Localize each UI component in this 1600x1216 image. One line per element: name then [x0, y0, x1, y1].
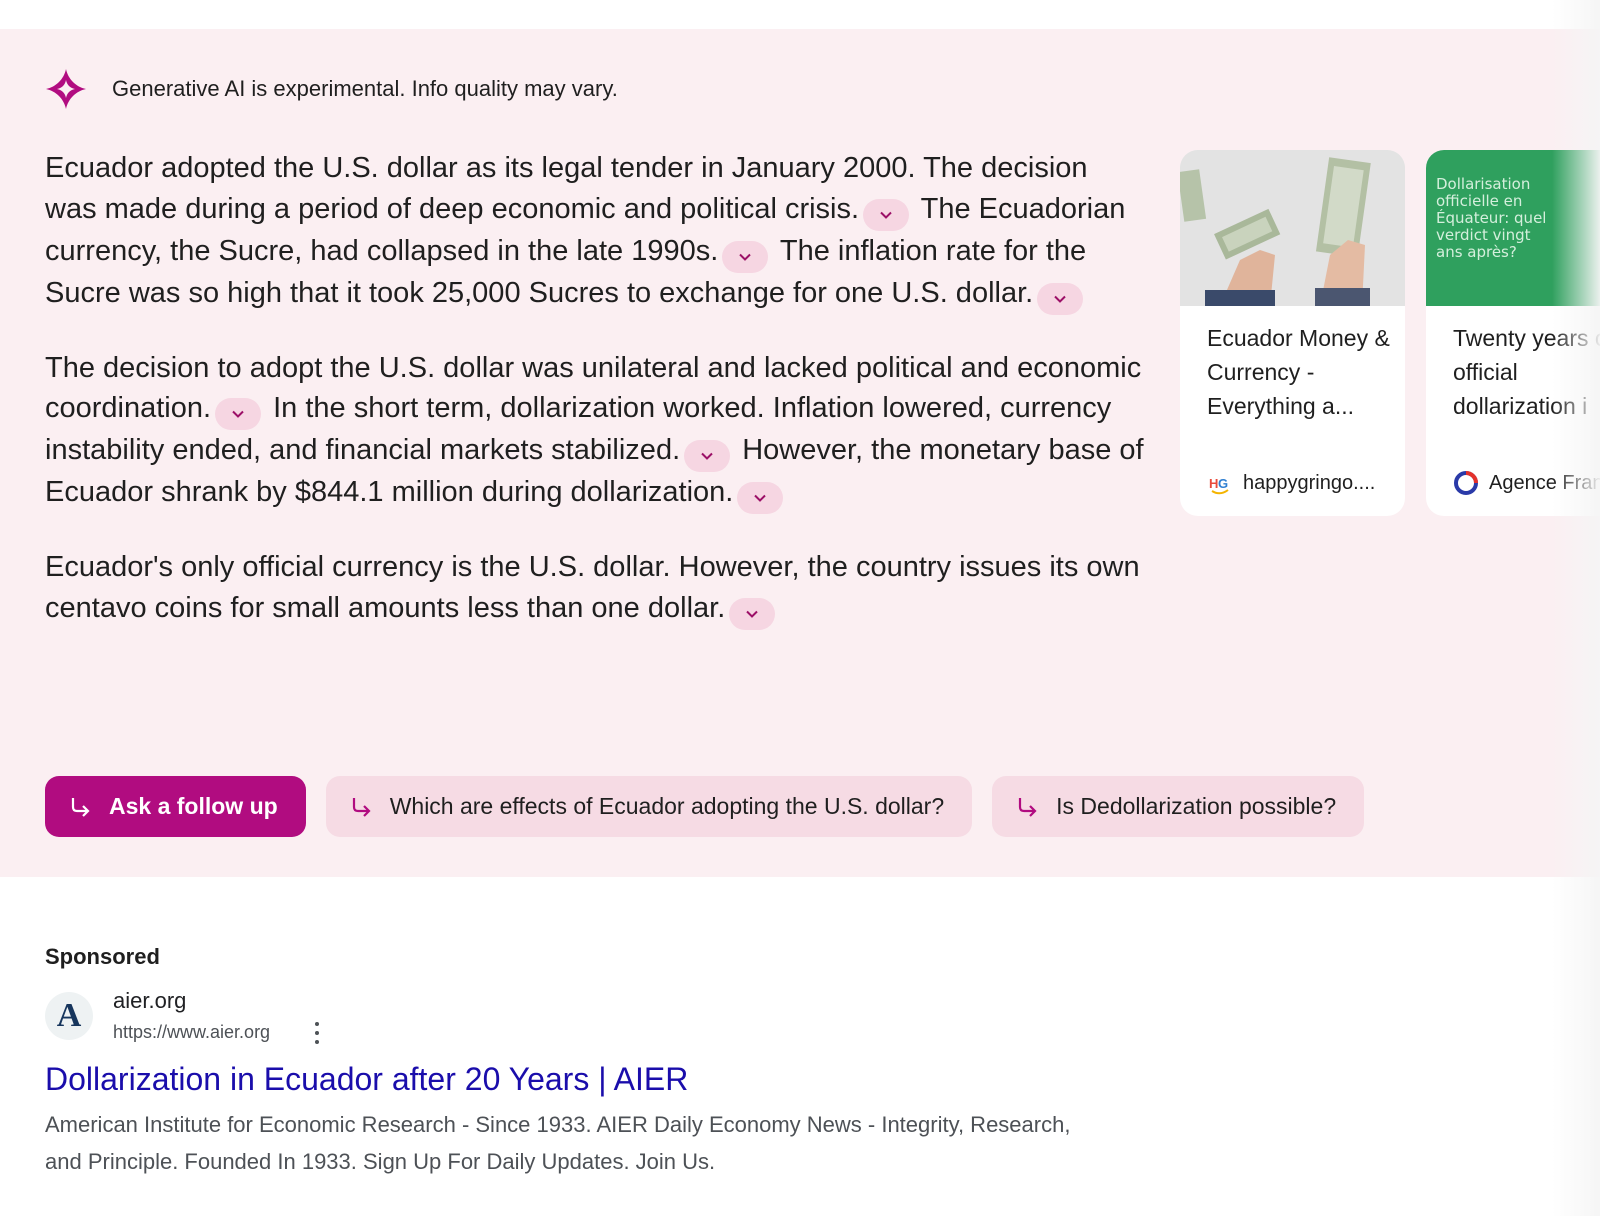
- followup-suggestion-chip[interactable]: Which are effects of Ecuador adopting th…: [325, 776, 973, 837]
- source-card-image-text: Dollarisation officielle en Équateur: qu…: [1436, 175, 1547, 261]
- source-card-site: Agence Fran: [1453, 470, 1600, 496]
- more-options-icon[interactable]: [308, 1020, 326, 1046]
- ad-description: American Institute for Economic Research…: [45, 1112, 1071, 1174]
- source-card-image: Dollarisation officielle en Équateur: qu…: [1426, 150, 1600, 306]
- afp-logo-icon: [1453, 470, 1479, 496]
- expand-citation-button[interactable]: [863, 198, 910, 231]
- answer-paragraph: The decision to adopt the U.S. dollar wa…: [45, 348, 1145, 514]
- source-card-image: [1180, 150, 1405, 306]
- source-card-site-name: happygringo....: [1243, 471, 1376, 494]
- happygringo-logo-icon: HG: [1207, 470, 1233, 496]
- followup-suggestion-label: Is Dedollarization possible?: [1056, 793, 1337, 819]
- source-card-site-name: Agence Fran: [1489, 471, 1600, 494]
- chevron-down-icon: [746, 610, 758, 618]
- followup-row: Ask a follow up Which are effects of Ecu…: [45, 776, 1384, 837]
- ad-display-url[interactable]: https://www.aier.org: [113, 1022, 270, 1043]
- chevron-down-icon: [754, 494, 767, 502]
- source-card-title: Twenty years of official dollarization i: [1453, 325, 1600, 419]
- disclaimer-text: Generative AI is experimental. Info qual…: [112, 76, 618, 101]
- ad-site-name[interactable]: aier.org: [113, 988, 186, 1014]
- chevron-down-icon: [1054, 295, 1066, 303]
- source-card[interactable]: Dollarisation officielle en Équateur: qu…: [1426, 150, 1600, 516]
- source-card-title: Ecuador Money & Currency - Everything a.…: [1207, 325, 1390, 419]
- reply-arrow-icon: [352, 797, 371, 817]
- ai-overview-panel: Generative AI is experimental. Info qual…: [0, 29, 1600, 877]
- answer-paragraph: Ecuador's only official currency is the …: [45, 547, 1145, 630]
- source-card[interactable]: Ecuador Money & Currency - Everything a.…: [1180, 150, 1405, 516]
- reply-arrow-icon: [1019, 797, 1037, 817]
- sponsored-label: Sponsored: [45, 944, 160, 969]
- expand-citation-button[interactable]: [1037, 282, 1084, 315]
- chevron-down-icon: [739, 253, 752, 261]
- source-card-site: HG happygringo....: [1207, 470, 1375, 496]
- disclaimer-row: Generative AI is experimental. Info qual…: [45, 68, 618, 110]
- ai-answer: Ecuador adopted the U.S. dollar as its l…: [45, 148, 1145, 663]
- expand-citation-button[interactable]: [729, 597, 776, 630]
- followup-suggestion-chip[interactable]: Is Dedollarization possible?: [992, 776, 1365, 837]
- ask-follow-up-button[interactable]: Ask a follow up: [45, 776, 306, 837]
- answer-paragraph: Ecuador adopted the U.S. dollar as its l…: [45, 148, 1145, 315]
- expand-citation-button[interactable]: [215, 398, 262, 430]
- expand-citation-button[interactable]: [737, 482, 784, 514]
- chevron-down-icon: [232, 410, 244, 418]
- aier-favicon-icon[interactable]: A: [45, 992, 93, 1040]
- ad-title-link[interactable]: Dollarization in Ecuador after 20 Years …: [45, 1061, 688, 1098]
- gemini-spark-icon: [46, 69, 86, 109]
- chevron-down-icon: [701, 452, 713, 460]
- expand-citation-button[interactable]: [722, 240, 769, 273]
- reply-arrow-icon: [71, 797, 90, 817]
- svg-text:H: H: [1209, 476, 1218, 491]
- answer-sentence: Ecuador's only official currency is the …: [45, 551, 1140, 624]
- ask-follow-up-label: Ask a follow up: [109, 793, 278, 819]
- svg-text:G: G: [1218, 476, 1228, 491]
- chevron-down-icon: [880, 211, 892, 219]
- followup-suggestion-label: Which are effects of Ecuador adopting th…: [389, 793, 945, 819]
- expand-citation-button[interactable]: [684, 440, 731, 472]
